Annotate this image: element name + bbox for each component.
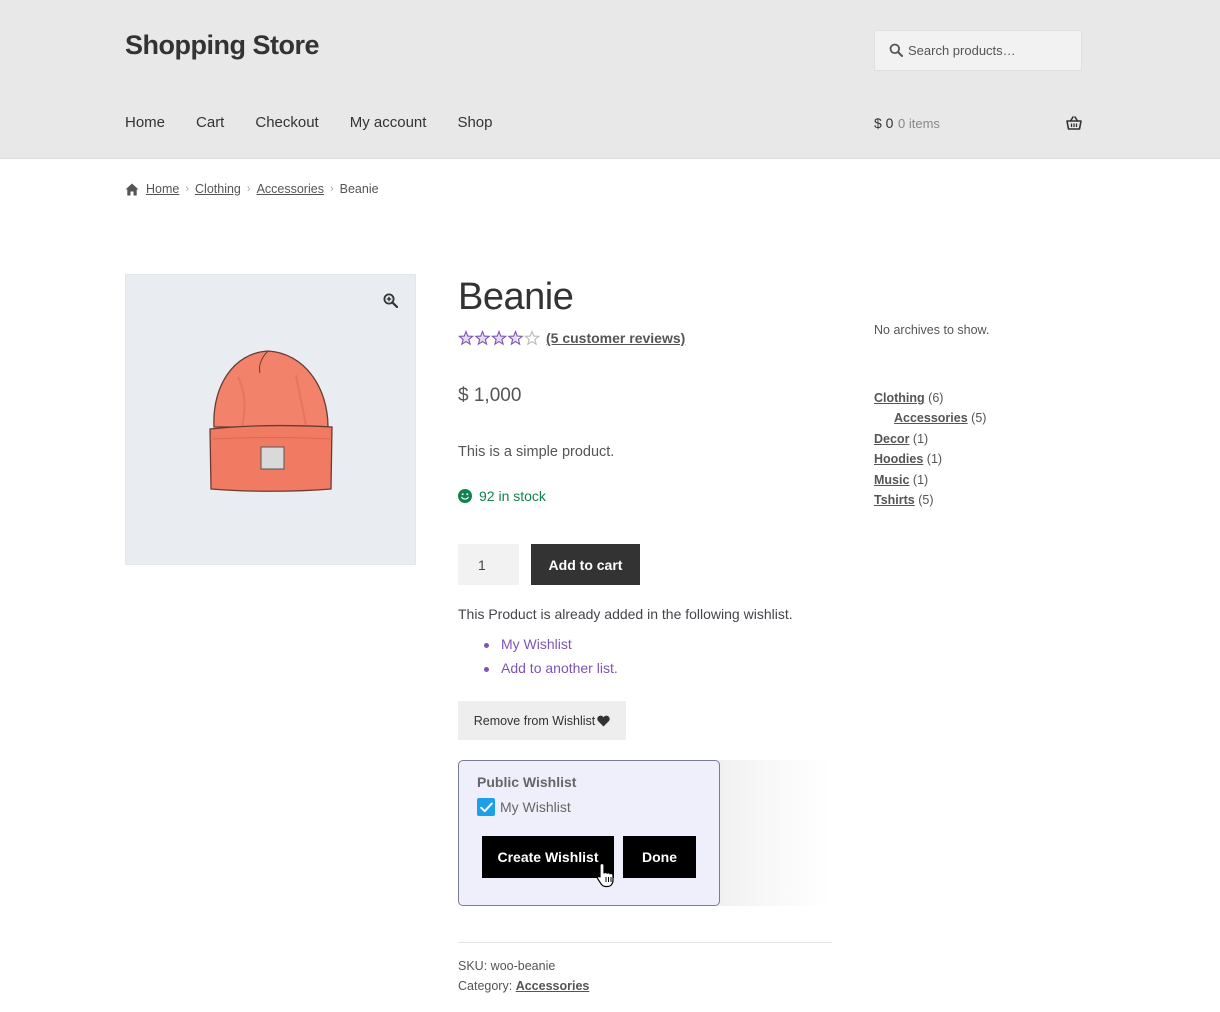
- nav-cart[interactable]: Cart: [196, 114, 224, 131]
- category-link-tshirts[interactable]: Tshirts: [874, 493, 915, 507]
- product-category: Category: Accessories: [458, 979, 589, 993]
- zoom-icon[interactable]: [383, 293, 398, 308]
- category-link-hoodies[interactable]: Hoodies: [874, 452, 923, 466]
- category-link-decor[interactable]: Decor: [874, 432, 909, 446]
- wishlist-links: My Wishlist Add to another list.: [484, 636, 618, 684]
- wishlist-popup: Public Wishlist My Wishlist Create Wishl…: [458, 760, 720, 906]
- create-wishlist-button[interactable]: Create Wishlist: [482, 836, 614, 878]
- category-item: Clothing (6): [874, 389, 986, 409]
- product-price: $ 1,000: [458, 385, 522, 406]
- product-short-description: This is a simple product.: [458, 444, 615, 460]
- category-item: Tshirts (5): [874, 491, 986, 511]
- nav-checkout[interactable]: Checkout: [255, 114, 318, 131]
- meta-divider: [458, 942, 832, 943]
- wishlist-checkbox[interactable]: [477, 798, 495, 816]
- breadcrumb-accessories[interactable]: Accessories: [257, 182, 324, 196]
- category-count: (5): [971, 411, 987, 426]
- no-archives-text: No archives to show.: [874, 323, 990, 337]
- category-item: Decor (1): [874, 430, 986, 450]
- check-icon: [479, 802, 493, 812]
- category-count: (1): [912, 431, 929, 446]
- star-icon: [523, 330, 540, 346]
- category-link-music[interactable]: Music: [874, 473, 909, 487]
- category-count: (1): [926, 452, 943, 467]
- breadcrumb-separator: ›: [246, 183, 251, 195]
- popup-title: Public Wishlist: [477, 774, 577, 790]
- sku-value: woo-beanie: [490, 959, 556, 973]
- site-title[interactable]: Shopping Store: [125, 30, 319, 61]
- product-image[interactable]: [125, 274, 416, 565]
- done-button[interactable]: Done: [623, 836, 696, 878]
- nav-my-account[interactable]: My account: [350, 114, 427, 131]
- category-link-clothing[interactable]: Clothing: [874, 391, 925, 405]
- nav-home[interactable]: Home: [125, 114, 165, 131]
- primary-nav: Home Cart Checkout My account Shop: [125, 114, 523, 131]
- cursor-icon: [596, 862, 614, 888]
- heart-icon: [597, 715, 610, 726]
- breadcrumb-current: Beanie: [339, 182, 379, 196]
- nav-shop[interactable]: Shop: [457, 114, 492, 131]
- category-item: Hoodies (1): [874, 450, 986, 470]
- wishlist-checkbox-label: My Wishlist: [500, 799, 571, 815]
- search-icon: [889, 43, 903, 57]
- add-to-cart-button[interactable]: Add to cart: [531, 544, 640, 585]
- star-rating: [458, 330, 540, 346]
- remove-from-wishlist-label: Remove from Wishlist: [473, 713, 596, 728]
- product-title: Beanie: [458, 276, 574, 318]
- search-input[interactable]: Search products…: [874, 30, 1082, 71]
- breadcrumb: Home › Clothing › Accessories › Beanie: [125, 182, 379, 196]
- beanie-illustration: [209, 350, 333, 492]
- stock-status: 92 in stock: [458, 488, 546, 504]
- site-header: Shopping Store Search products… Home Car…: [0, 0, 1220, 159]
- category-link-accessories[interactable]: Accessories: [894, 411, 968, 425]
- breadcrumb-clothing[interactable]: Clothing: [195, 182, 241, 196]
- cart-count: 0 items: [898, 116, 940, 131]
- stock-text: 92 in stock: [479, 488, 546, 504]
- wishlist-checkbox-row[interactable]: My Wishlist: [477, 798, 571, 816]
- remove-from-wishlist-button[interactable]: Remove from Wishlist: [458, 701, 626, 740]
- wishlist-link-my-wishlist[interactable]: My Wishlist: [484, 636, 618, 660]
- sku-label: SKU:: [458, 959, 488, 973]
- category-count: (1): [912, 472, 929, 487]
- home-icon: [125, 183, 139, 195]
- cart-total: $ 0: [874, 115, 894, 131]
- category-link[interactable]: Accessories: [516, 979, 590, 993]
- category-list: Clothing (6) Accessories (5) Decor (1) H…: [874, 389, 986, 511]
- reviews-link[interactable]: (5 customer reviews): [546, 330, 685, 346]
- breadcrumb-home[interactable]: Home: [146, 182, 179, 196]
- category-label: Category:: [458, 979, 513, 993]
- wishlist-link-add-another[interactable]: Add to another list.: [484, 660, 618, 684]
- wishlist-note: This Product is already added in the fol…: [458, 606, 793, 622]
- product-rating: (5 customer reviews): [458, 330, 685, 346]
- breadcrumb-separator: ›: [185, 183, 190, 195]
- product-sku: SKU: woo-beanie: [458, 959, 555, 973]
- breadcrumb-separator: ›: [329, 183, 334, 195]
- smile-icon: [458, 489, 472, 503]
- search-placeholder: Search products…: [908, 43, 1016, 58]
- category-count: (5): [918, 492, 934, 507]
- basket-icon: [1066, 116, 1082, 130]
- category-item: Accessories (5): [874, 409, 986, 429]
- header-cart[interactable]: $ 0 0 items: [874, 115, 1082, 135]
- category-count: (6): [928, 391, 944, 405]
- quantity-input[interactable]: [458, 544, 519, 585]
- category-item: Music (1): [874, 471, 986, 491]
